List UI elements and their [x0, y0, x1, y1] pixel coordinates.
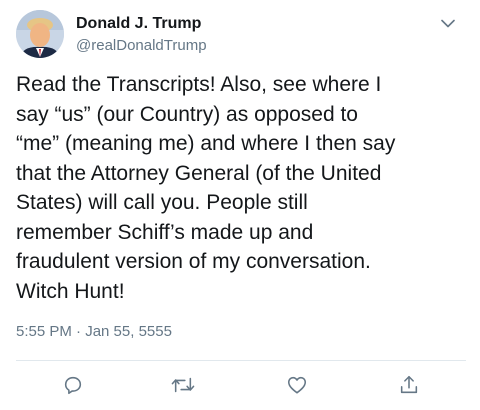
avatar[interactable]: [16, 10, 64, 58]
reply-icon: [64, 376, 82, 395]
profile-photo-icon: [16, 10, 64, 58]
retweet-button[interactable]: [170, 372, 196, 398]
tweet-timestamp[interactable]: 5:55 PM · Jan 55, 5555: [16, 322, 172, 342]
divider: [16, 360, 466, 361]
tweet-text: Read the Transcripts! Also, see where I …: [16, 73, 396, 303]
chevron-down-icon: [441, 19, 455, 27]
action-bar: [0, 368, 480, 400]
share-icon: [400, 375, 418, 394]
tweet-card: Donald J. Trump @realDonaldTrump Read th…: [0, 0, 480, 410]
author-handle[interactable]: @realDonaldTrump: [76, 36, 207, 56]
like-icon: [287, 376, 307, 394]
retweet-icon: [171, 377, 195, 393]
like-button[interactable]: [284, 372, 310, 398]
author-name[interactable]: Donald J. Trump: [76, 14, 201, 34]
reply-button[interactable]: [60, 372, 86, 398]
tweet-menu-button[interactable]: [436, 12, 460, 34]
share-button[interactable]: [396, 372, 422, 398]
